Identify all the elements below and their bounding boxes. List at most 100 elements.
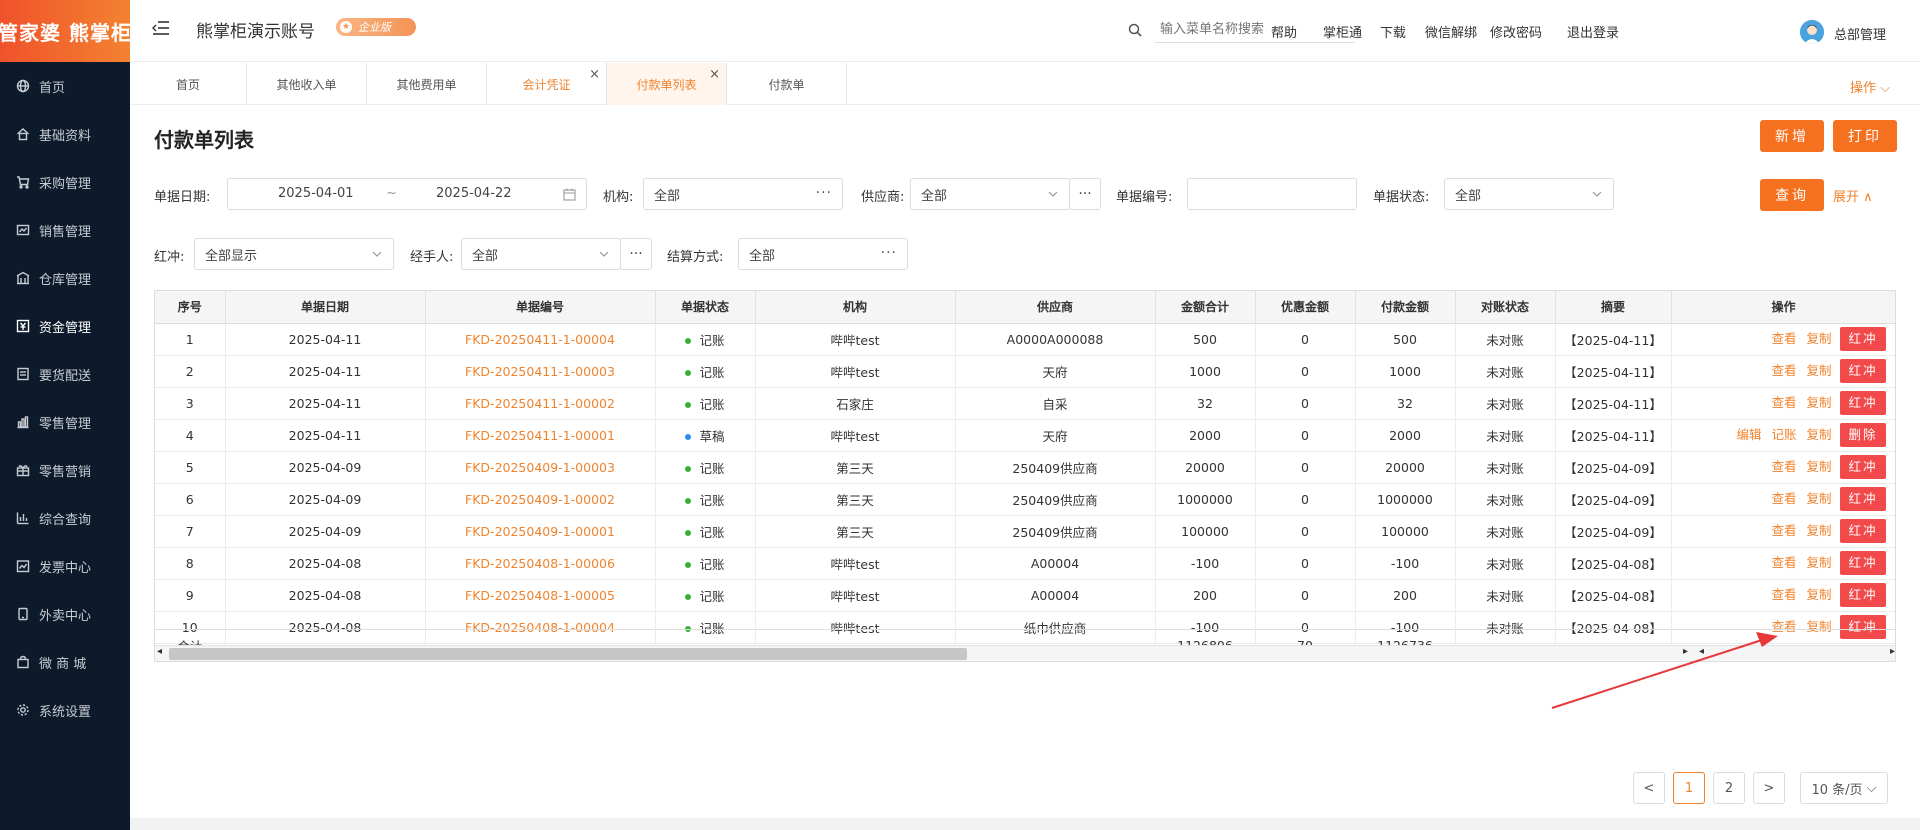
row-docno-link[interactable]: FKD-20250409-1-00002	[425, 483, 656, 516]
column-header[interactable]: 对账状态	[1455, 291, 1556, 324]
close-icon[interactable]: ×	[589, 67, 600, 82]
handler-select[interactable]: 全部	[461, 238, 621, 270]
row-docno-link[interactable]: FKD-20250409-1-00001	[425, 515, 656, 548]
sidebar-item-warehouse[interactable]: 仓库管理	[0, 254, 130, 302]
column-header[interactable]: 优惠金额	[1255, 291, 1356, 324]
row-docno-link[interactable]: FKD-20250408-1-00005	[425, 579, 656, 612]
column-header[interactable]: 机构	[755, 291, 956, 324]
row-action-link[interactable]: 复制	[1806, 427, 1831, 442]
row-action-link[interactable]: 复制	[1806, 331, 1831, 346]
sidebar-item-globe[interactable]: 首页	[0, 62, 130, 110]
more-icon[interactable]: ···	[816, 185, 832, 201]
more-icon[interactable]: ···	[881, 245, 897, 261]
date-to[interactable]: 2025-04-22	[436, 186, 512, 201]
row-danger-button[interactable]: 红冲	[1840, 391, 1886, 415]
supplier-select[interactable]: 全部	[910, 178, 1070, 210]
header-link-1[interactable]: 掌柜通	[1323, 22, 1362, 41]
table-row[interactable]: 1 2025-04-11 FKD-20250411-1-00004 记账 哔哔test A…	[155, 323, 1895, 356]
row-action-link[interactable]: 查看	[1771, 459, 1796, 474]
row-action-link[interactable]: 复制	[1806, 555, 1831, 570]
expand-toggle[interactable]: 展开 ∧	[1833, 186, 1873, 205]
row-action-link[interactable]: 复制	[1806, 363, 1831, 378]
tab-0[interactable]: 首页	[130, 63, 247, 105]
status-select[interactable]: 全部	[1444, 178, 1614, 210]
table-row[interactable]: 8 2025-04-08 FKD-20250408-1-00006 记账 哔哔test A…	[155, 547, 1895, 580]
scroll-thumb[interactable]	[169, 648, 967, 660]
sidebar-item-shop[interactable]: 微 商 城	[0, 638, 130, 686]
row-danger-button[interactable]: 红冲	[1840, 583, 1886, 607]
row-action-link[interactable]: 复制	[1806, 587, 1831, 602]
row-action-link[interactable]: 记账	[1771, 427, 1796, 442]
column-header[interactable]: 供应商	[955, 291, 1156, 324]
print-button[interactable]: 打印	[1833, 120, 1897, 152]
row-danger-button[interactable]: 删除	[1840, 423, 1886, 447]
next-page-button[interactable]: >	[1753, 772, 1785, 804]
row-action-link[interactable]: 编辑	[1736, 427, 1761, 442]
table-row[interactable]: 4 2025-04-11 FKD-20250411-1-00001 草稿 哔哔test 天…	[155, 419, 1895, 452]
sidebar-item-delivery[interactable]: 要货配送	[0, 350, 130, 398]
row-docno-link[interactable]: FKD-20250411-1-00001	[425, 419, 656, 452]
table-row[interactable]: 9 2025-04-08 FKD-20250408-1-00005 记账 哔哔test A…	[155, 579, 1895, 612]
scroll-right-icon[interactable]: ▸	[1890, 646, 1895, 657]
scroll-left-icon[interactable]: ◂	[1699, 646, 1704, 657]
prev-page-button[interactable]: <	[1633, 772, 1665, 804]
scroll-left-icon[interactable]: ◂	[157, 646, 162, 657]
column-header[interactable]: 操作	[1671, 291, 1895, 324]
tab-5[interactable]: 付款单	[727, 63, 847, 105]
page-size-select[interactable]: 10 条/页 ⌵	[1800, 772, 1888, 804]
column-header[interactable]: 金额合计	[1155, 291, 1256, 324]
row-action-link[interactable]: 查看	[1771, 555, 1796, 570]
row-docno-link[interactable]: FKD-20250411-1-00004	[425, 323, 656, 356]
row-danger-button[interactable]: 红冲	[1840, 487, 1886, 511]
row-action-link[interactable]: 复制	[1806, 523, 1831, 538]
date-range-picker[interactable]: 2025-04-01 ~ 2025-04-22	[227, 178, 587, 210]
header-link-2[interactable]: 下载	[1380, 22, 1406, 41]
table-row[interactable]: 2 2025-04-11 FKD-20250411-1-00003 记账 哔哔test 天…	[155, 355, 1895, 388]
header-link-3[interactable]: 微信解绑	[1425, 22, 1477, 41]
header-link-4[interactable]: 修改密码	[1490, 22, 1542, 41]
row-action-link[interactable]: 查看	[1771, 363, 1796, 378]
sidebar-item-invoice[interactable]: 发票中心	[0, 542, 130, 590]
close-icon[interactable]: ×	[709, 67, 720, 82]
row-action-link[interactable]: 查看	[1771, 587, 1796, 602]
column-header[interactable]: 摘要	[1555, 291, 1672, 324]
column-header[interactable]: 单据状态	[655, 291, 756, 324]
tab-1[interactable]: 其他收入单	[247, 63, 367, 105]
tab-3[interactable]: 会计凭证 ×	[487, 63, 607, 105]
tab-4[interactable]: 付款单列表 ×	[607, 63, 727, 105]
handler-more-button[interactable]: ···	[620, 238, 652, 270]
column-header[interactable]: 单据日期	[225, 291, 426, 324]
row-danger-button[interactable]: 红冲	[1840, 551, 1886, 575]
supplier-more-button[interactable]: ···	[1069, 178, 1101, 210]
row-danger-button[interactable]: 红冲	[1840, 327, 1886, 351]
row-action-link[interactable]: 查看	[1771, 395, 1796, 410]
horizontal-scrollbar[interactable]: ◂ ▸ ◂ ▸	[155, 645, 1895, 661]
column-header[interactable]: 付款金额	[1355, 291, 1456, 324]
reverse-select[interactable]: 全部显示	[194, 238, 394, 270]
scroll-right-icon[interactable]: ▸	[1683, 646, 1688, 657]
sidebar-item-retail[interactable]: 零售管理	[0, 398, 130, 446]
app-logo[interactable]: 管家婆 熊掌柜	[0, 0, 130, 62]
query-button[interactable]: 查询	[1760, 179, 1824, 211]
menu-collapse-icon[interactable]	[152, 20, 170, 36]
page-1-button[interactable]: 1	[1673, 772, 1705, 804]
settle-select[interactable]: 全部 ···	[738, 238, 908, 270]
column-header[interactable]: 序号	[155, 291, 226, 324]
row-action-link[interactable]: 查看	[1771, 331, 1796, 346]
row-action-link[interactable]: 复制	[1806, 491, 1831, 506]
row-action-link[interactable]: 复制	[1806, 395, 1831, 410]
sidebar-item-home[interactable]: 基础资料	[0, 110, 130, 158]
row-danger-button[interactable]: 红冲	[1840, 455, 1886, 479]
page-2-button[interactable]: 2	[1713, 772, 1745, 804]
date-from[interactable]: 2025-04-01	[278, 186, 354, 201]
row-docno-link[interactable]: FKD-20250408-1-00006	[425, 547, 656, 580]
column-header[interactable]: 单据编号	[425, 291, 656, 324]
search-icon[interactable]	[1128, 23, 1142, 37]
header-link-0[interactable]: 帮助	[1271, 22, 1297, 41]
row-docno-link[interactable]: FKD-20250411-1-00002	[425, 387, 656, 420]
sidebar-item-fund[interactable]: 资金管理	[0, 302, 130, 350]
org-select[interactable]: 全部 ···	[643, 178, 843, 210]
table-row[interactable]: 6 2025-04-09 FKD-20250409-1-00002 记账 第三天 2504…	[155, 483, 1895, 516]
row-docno-link[interactable]: FKD-20250411-1-00003	[425, 355, 656, 388]
sidebar-item-gift[interactable]: 零售营销	[0, 446, 130, 494]
